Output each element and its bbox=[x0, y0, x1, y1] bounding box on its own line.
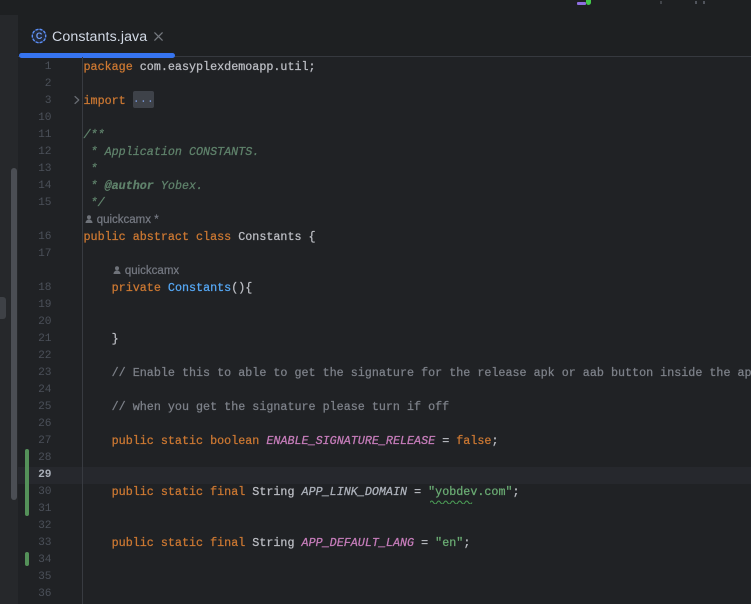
svg-text:C: C bbox=[36, 31, 43, 41]
